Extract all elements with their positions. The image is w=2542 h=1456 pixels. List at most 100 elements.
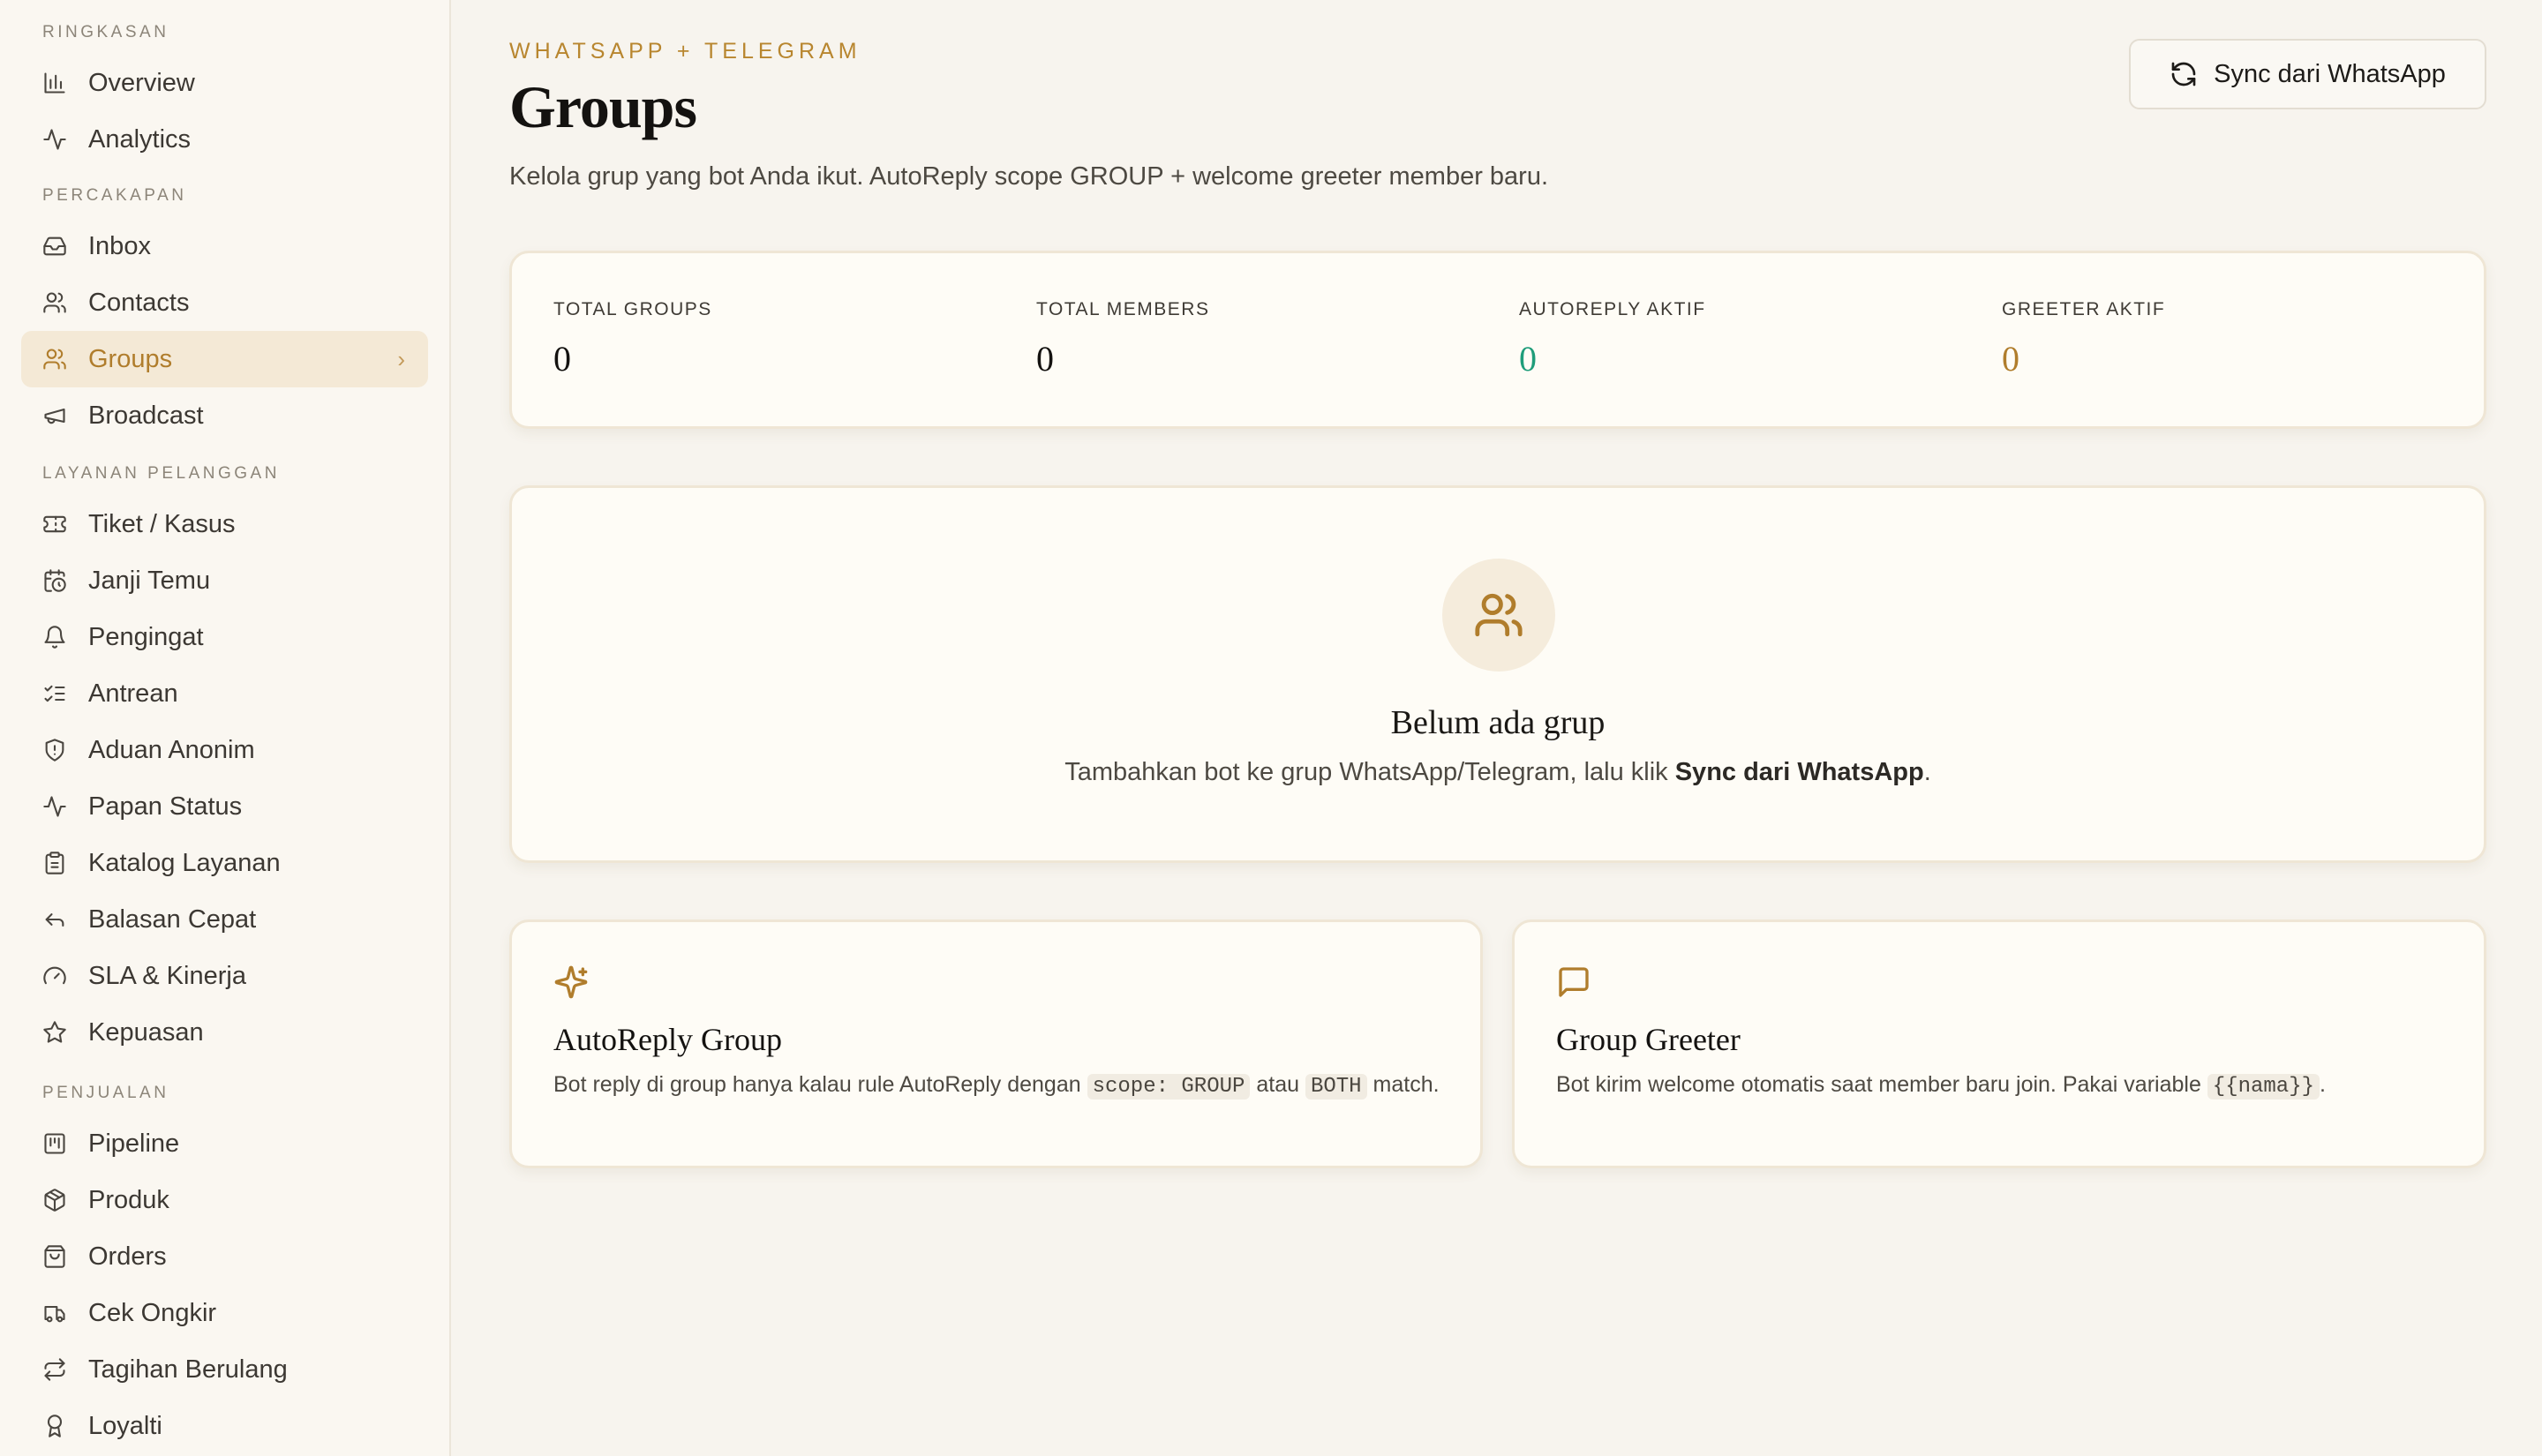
sidebar-section-label: PENJUALAN xyxy=(42,1084,169,1102)
sidebar-section: LAYANAN PELANGGAN Tiket / Kasus Janji Temu… xyxy=(21,464,428,1061)
stat-label: GREETER AKTIF xyxy=(2002,299,2166,319)
sidebar-item-broadcast[interactable]: Broadcast xyxy=(21,387,428,444)
sidebar-item-label: Inbox xyxy=(88,231,151,260)
empty-desc-highlight: Sync dari WhatsApp xyxy=(1674,758,1924,786)
sidebar-item-tiket-kasus[interactable]: Tiket / Kasus xyxy=(21,496,428,552)
sidebar-section: PERCAKAPAN Inbox Contacts Groups › Broadcast xyxy=(21,186,428,444)
award-icon xyxy=(42,1414,67,1438)
sidebar-item-produk[interactable]: Produk xyxy=(21,1172,428,1228)
page-eyebrow: WHATSAPP + TELEGRAM xyxy=(509,39,861,64)
sidebar-item-label: Aduan Anonim xyxy=(88,735,255,764)
sidebar-section-items: Pipeline Produk Orders Cek Ongkir Tagihan Be… xyxy=(21,1115,428,1454)
sidebar-item-overview[interactable]: Overview xyxy=(21,55,428,111)
sidebar-section-items: Inbox Contacts Groups › Broadcast xyxy=(21,218,428,444)
sidebar-item-label: Tiket / Kasus xyxy=(88,509,236,538)
sidebar-item-label: Papan Status xyxy=(88,792,243,821)
sidebar-item-antrean[interactable]: Antrean xyxy=(21,665,428,722)
sidebar-item-pipeline[interactable]: Pipeline xyxy=(21,1115,428,1172)
sidebar-item-aduan-anonim[interactable]: Aduan Anonim xyxy=(21,722,428,778)
sidebar-item-label: Contacts xyxy=(88,288,190,317)
sidebar-item-label: Cek Ongkir xyxy=(88,1298,217,1327)
empty-desc-suffix: . xyxy=(1923,758,1931,786)
ticket-icon xyxy=(42,512,67,537)
feature-description: Bot reply di group hanya kalau rule Auto… xyxy=(553,1070,1445,1101)
repeat-icon xyxy=(42,1357,67,1382)
package-icon xyxy=(42,1188,67,1212)
sidebar-section: RINGKASAN Overview Analytics xyxy=(21,23,428,168)
sidebar-item-groups[interactable]: Groups › xyxy=(21,331,428,387)
sync-whatsapp-button[interactable]: Sync dari WhatsApp xyxy=(2129,39,2486,109)
sidebar-item-label: Katalog Layanan xyxy=(88,848,281,877)
gauge-icon xyxy=(42,964,67,988)
sidebar-item-label: Overview xyxy=(88,68,195,97)
sidebar-item-katalog-layanan[interactable]: Katalog Layanan xyxy=(21,835,428,891)
sidebar-item-label: Analytics xyxy=(88,124,192,154)
sidebar-item-kepuasan[interactable]: Kepuasan xyxy=(21,1004,428,1061)
sidebar-item-analytics[interactable]: Analytics xyxy=(21,111,428,168)
page-subtitle: Kelola grup yang bot Anda ikut. AutoRepl… xyxy=(509,162,1549,191)
megaphone-icon xyxy=(42,403,67,428)
sidebar-section-items: Tiket / Kasus Janji Temu Pengingat Antrean A… xyxy=(21,496,428,1061)
users-icon xyxy=(42,290,67,315)
stat-greeter-active: GREETER AKTIF 0 xyxy=(2002,299,2165,379)
sidebar-item-label: Pipeline xyxy=(88,1129,180,1158)
stat-total-members: TOTAL MEMBERS 0 xyxy=(1036,299,1209,379)
sidebar-item-contacts[interactable]: Contacts xyxy=(21,274,428,331)
calendar-clock-icon xyxy=(42,568,67,593)
star-icon xyxy=(42,1020,67,1045)
sidebar-item-loyalti[interactable]: Loyalti xyxy=(21,1398,428,1454)
stat-label: TOTAL MEMBERS xyxy=(1036,299,1210,319)
desc-text: Bot reply di group hanya kalau rule Auto… xyxy=(553,1072,1087,1097)
sidebar-item-balasan-cepat[interactable]: Balasan Cepat xyxy=(21,891,428,948)
sidebar: RINGKASAN Overview Analytics PERCAKAPAN Inbo… xyxy=(0,0,451,1456)
sidebar-item-label: Loyalti xyxy=(88,1411,162,1440)
sidebar-item-sla-kinerja[interactable]: SLA & Kinerja xyxy=(21,948,428,1004)
stat-label: AUTOREPLY AKTIF xyxy=(1519,299,1706,319)
shield-icon xyxy=(42,738,67,762)
shopping-bag-icon xyxy=(42,1244,67,1269)
sidebar-item-label: Tagihan Berulang xyxy=(88,1355,288,1384)
sidebar-section-items: Overview Analytics xyxy=(21,55,428,168)
sidebar-item-papan-status[interactable]: Papan Status xyxy=(21,778,428,835)
code-nama-variable: {{nama}} xyxy=(2207,1074,2320,1100)
stat-value: 0 xyxy=(1036,339,1054,379)
sidebar-item-orders[interactable]: Orders xyxy=(21,1228,428,1285)
sidebar-item-label: Janji Temu xyxy=(88,566,211,595)
stat-value: 0 xyxy=(2002,339,2019,379)
sidebar-item-inbox[interactable]: Inbox xyxy=(21,218,428,274)
sidebar-item-label: Broadcast xyxy=(88,401,204,430)
desc-text: . xyxy=(2320,1072,2326,1097)
message-square-icon xyxy=(1556,964,1591,1004)
empty-state-card: Belum ada grup Tambahkan bot ke grup Wha… xyxy=(509,485,2486,863)
sparkles-icon xyxy=(553,964,589,1004)
sidebar-item-label: Kepuasan xyxy=(88,1017,204,1047)
sync-button-label: Sync dari WhatsApp xyxy=(2214,59,2446,88)
code-both: BOTH xyxy=(1305,1074,1367,1100)
sidebar-section-label: RINGKASAN xyxy=(42,23,169,41)
sidebar-item-cek-ongkir[interactable]: Cek Ongkir xyxy=(21,1285,428,1341)
sidebar-section: PENJUALAN Pipeline Produk Orders Cek Ongkir T… xyxy=(21,1084,428,1454)
sidebar-item-pengingat[interactable]: Pengingat xyxy=(21,609,428,665)
empty-state-title: Belum ada grup xyxy=(1390,704,1606,741)
reply-icon xyxy=(42,907,67,932)
sidebar-section-label: PERCAKAPAN xyxy=(42,186,187,205)
activity-icon xyxy=(42,794,67,819)
sidebar-section-label: LAYANAN PELANGGAN xyxy=(42,464,280,483)
autoreply-group-card: AutoReply Group Bot reply di group hanya… xyxy=(509,919,1483,1168)
list-checks-icon xyxy=(42,681,67,706)
code-scope-group: scope: GROUP xyxy=(1087,1074,1251,1100)
bar-chart-icon xyxy=(42,71,67,95)
desc-text: match. xyxy=(1366,1072,1440,1097)
feature-description: Bot kirim welcome otomatis saat member b… xyxy=(1556,1070,2448,1101)
clipboard-icon xyxy=(42,851,67,875)
users-icon xyxy=(1475,593,1523,637)
users-icon xyxy=(42,347,67,372)
truck-icon xyxy=(42,1301,67,1325)
sidebar-item-label: Balasan Cepat xyxy=(88,904,257,934)
sidebar-item-label: Pengingat xyxy=(88,622,204,651)
sidebar-item-tagihan-berulang[interactable]: Tagihan Berulang xyxy=(21,1341,428,1398)
refresh-icon xyxy=(2171,62,2196,86)
sidebar-item-janji-temu[interactable]: Janji Temu xyxy=(21,552,428,609)
stat-total-groups: TOTAL GROUPS 0 xyxy=(553,299,712,379)
sidebar-item-label: Orders xyxy=(88,1242,167,1271)
